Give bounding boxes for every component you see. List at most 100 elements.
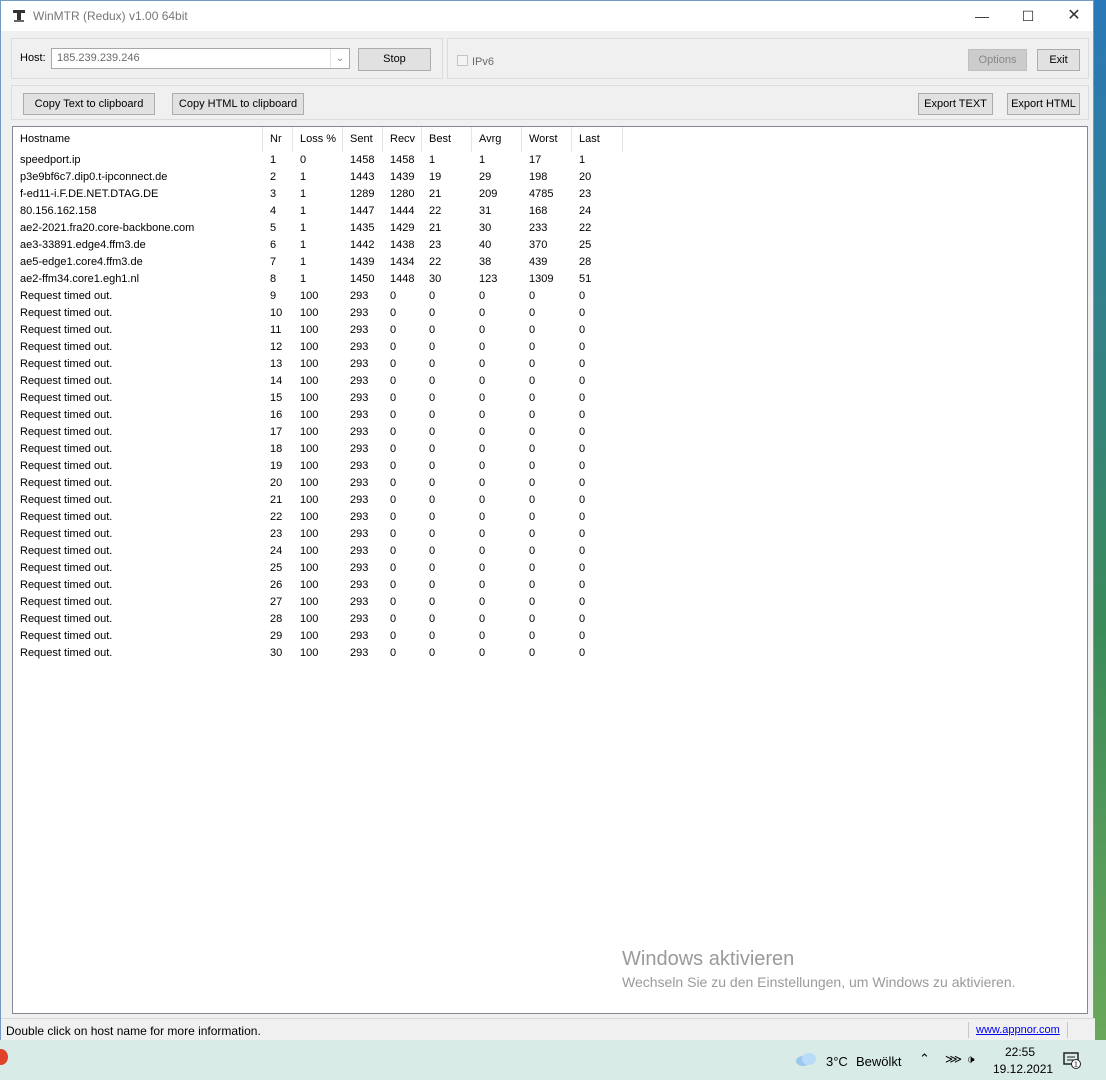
- cell-hostname[interactable]: Request timed out.: [13, 492, 270, 509]
- copy-html-button[interactable]: Copy HTML to clipboard: [172, 93, 304, 115]
- host-combobox[interactable]: 185.239.239.246 ⌄: [51, 48, 350, 69]
- homepage-link[interactable]: www.appnor.com: [976, 1024, 1060, 1036]
- cloud-icon[interactable]: [795, 1051, 817, 1067]
- column-header-worst[interactable]: Worst: [522, 127, 572, 152]
- cell-hostname[interactable]: Request timed out.: [13, 509, 270, 526]
- table-row[interactable]: Request timed out. 25 100 293 0 0 0 0 0: [13, 560, 1087, 577]
- cell-hostname[interactable]: Request timed out.: [13, 560, 270, 577]
- cell-hostname[interactable]: Request timed out.: [13, 475, 270, 492]
- table-row[interactable]: Request timed out. 19 100 293 0 0 0 0 0: [13, 458, 1087, 475]
- cell-hostname[interactable]: Request timed out.: [13, 356, 270, 373]
- cell-hostname[interactable]: ae5-edge1.core4.ffm3.de: [13, 254, 270, 271]
- table-row[interactable]: Request timed out. 24 100 293 0 0 0 0 0: [13, 543, 1087, 560]
- close-icon[interactable]: ✕: [1051, 1, 1097, 31]
- cell-hostname[interactable]: ae2-2021.fra20.core-backbone.com: [13, 220, 270, 237]
- cell-best: 0: [429, 341, 436, 353]
- export-html-button[interactable]: Export HTML: [1007, 93, 1080, 115]
- cell-hostname[interactable]: p3e9bf6c7.dip0.t-ipconnect.de: [13, 169, 270, 186]
- table-row[interactable]: Request timed out. 28 100 293 0 0 0 0 0: [13, 611, 1087, 628]
- maximize-icon[interactable]: ☐: [1005, 1, 1051, 31]
- column-header-sent[interactable]: Sent: [343, 127, 383, 152]
- column-header-avrg[interactable]: Avrg: [472, 127, 522, 152]
- table-row[interactable]: Request timed out. 26 100 293 0 0 0 0 0: [13, 577, 1087, 594]
- options-button[interactable]: Options: [968, 49, 1027, 71]
- chevron-up-icon[interactable]: ⌃: [919, 1051, 930, 1067]
- host-value[interactable]: 185.239.239.246: [57, 52, 140, 64]
- table-row[interactable]: speedport.ip 1 0 1458 1458 1 1 17 1: [13, 152, 1087, 169]
- ipv6-checkbox[interactable]: [457, 55, 468, 66]
- table-row[interactable]: ae5-edge1.core4.ffm3.de 7 1 1439 1434 22 38 439…: [13, 254, 1087, 271]
- cell-hostname[interactable]: Request timed out.: [13, 458, 270, 475]
- stop-button[interactable]: Stop: [358, 48, 431, 71]
- cell-hostname[interactable]: Request timed out.: [13, 645, 270, 662]
- weather-description[interactable]: Bewölkt: [856, 1054, 902, 1069]
- cell-hostname[interactable]: Request timed out.: [13, 628, 270, 645]
- title-bar[interactable]: WinMTR (Redux) v1.00 64bit — ☐ ✕: [1, 1, 1093, 31]
- cell-hostname[interactable]: Request timed out.: [13, 339, 270, 356]
- table-row[interactable]: ae2-2021.fra20.core-backbone.com 5 1 1435 14…: [13, 220, 1087, 237]
- cell-hostname[interactable]: speedport.ip: [13, 152, 270, 169]
- table-row[interactable]: Request timed out. 14 100 293 0 0 0 0 0: [13, 373, 1087, 390]
- table-row[interactable]: Request timed out. 13 100 293 0 0 0 0 0: [13, 356, 1087, 373]
- table-row[interactable]: Request timed out. 20 100 293 0 0 0 0 0: [13, 475, 1087, 492]
- table-row[interactable]: Request timed out. 12 100 293 0 0 0 0 0: [13, 339, 1087, 356]
- volume-icon[interactable]: 🕩: [967, 1052, 975, 1067]
- copy-text-button[interactable]: Copy Text to clipboard: [23, 93, 155, 115]
- table-row[interactable]: f-ed11-i.F.DE.NET.DTAG.DE 3 1 1289 1280 21 209…: [13, 186, 1087, 203]
- cell-worst: 0: [529, 307, 536, 319]
- table-row[interactable]: Request timed out. 30 100 293 0 0 0 0 0: [13, 645, 1087, 662]
- column-header-nr[interactable]: Nr: [263, 127, 293, 152]
- table-row[interactable]: Request timed out. 17 100 293 0 0 0 0 0: [13, 424, 1087, 441]
- table-row[interactable]: Request timed out. 23 100 293 0 0 0 0 0: [13, 526, 1087, 543]
- table-row[interactable]: Request timed out. 27 100 293 0 0 0 0 0: [13, 594, 1087, 611]
- cell-hostname[interactable]: Request timed out.: [13, 594, 270, 611]
- clock-date[interactable]: 19.12.2021: [993, 1062, 1053, 1076]
- cell-hostname[interactable]: Request timed out.: [13, 305, 270, 322]
- cell-loss: 1: [300, 188, 307, 200]
- cell-hostname[interactable]: Request timed out.: [13, 288, 270, 305]
- table-row[interactable]: Request timed out. 9 100 293 0 0 0 0 0: [13, 288, 1087, 305]
- table-row[interactable]: 80.156.162.158 4 1 1447 1444 22 31 168 24: [13, 203, 1087, 220]
- cell-hostname[interactable]: Request timed out.: [13, 424, 270, 441]
- table-row[interactable]: Request timed out. 11 100 293 0 0 0 0 0: [13, 322, 1087, 339]
- table-row[interactable]: p3e9bf6c7.dip0.t-ipconnect.de 2 1 1443 1439 1…: [13, 169, 1087, 186]
- column-header-last[interactable]: Last: [572, 127, 623, 152]
- ipv6-label[interactable]: IPv6: [472, 56, 494, 68]
- weather-temperature[interactable]: 3°C: [826, 1054, 848, 1069]
- chevron-down-icon[interactable]: ⌄: [330, 49, 349, 68]
- cell-hostname[interactable]: ae2-ffm34.core1.egh1.nl: [13, 271, 270, 288]
- table-row[interactable]: ae3-33891.edge4.ffm3.de 6 1 1442 1438 23 40 370…: [13, 237, 1087, 254]
- cell-hostname[interactable]: Request timed out.: [13, 441, 270, 458]
- column-header-loss[interactable]: Loss %: [293, 127, 343, 152]
- cell-hostname[interactable]: 80.156.162.158: [13, 203, 270, 220]
- column-header-hostname[interactable]: Hostname: [13, 127, 263, 152]
- notification-icon[interactable]: 1: [1063, 1051, 1081, 1069]
- cell-hostname[interactable]: Request timed out.: [13, 390, 270, 407]
- cell-hostname[interactable]: Request timed out.: [13, 322, 270, 339]
- table-row[interactable]: Request timed out. 18 100 293 0 0 0 0 0: [13, 441, 1087, 458]
- minimize-icon[interactable]: —: [959, 1, 1005, 31]
- export-text-button[interactable]: Export TEXT: [918, 93, 993, 115]
- table-row[interactable]: Request timed out. 22 100 293 0 0 0 0 0: [13, 509, 1087, 526]
- cell-worst: 0: [529, 426, 536, 438]
- column-header-best[interactable]: Best: [422, 127, 472, 152]
- network-icon[interactable]: ⋙: [945, 1052, 962, 1066]
- table-row[interactable]: Request timed out. 16 100 293 0 0 0 0 0: [13, 407, 1087, 424]
- clock-time[interactable]: 22:55: [1005, 1045, 1035, 1059]
- cell-hostname[interactable]: Request timed out.: [13, 407, 270, 424]
- exit-button[interactable]: Exit: [1037, 49, 1080, 71]
- cell-hostname[interactable]: Request timed out.: [13, 611, 270, 628]
- table-row[interactable]: Request timed out. 21 100 293 0 0 0 0 0: [13, 492, 1087, 509]
- column-header-recv[interactable]: Recv: [383, 127, 422, 152]
- table-row[interactable]: Request timed out. 29 100 293 0 0 0 0 0: [13, 628, 1087, 645]
- cell-hostname[interactable]: f-ed11-i.F.DE.NET.DTAG.DE: [13, 186, 270, 203]
- table-row[interactable]: ae2-ffm34.core1.egh1.nl 8 1 1450 1448 30 123 13…: [13, 271, 1087, 288]
- cell-hostname[interactable]: Request timed out.: [13, 373, 270, 390]
- cell-hostname[interactable]: ae3-33891.edge4.ffm3.de: [13, 237, 270, 254]
- table-row[interactable]: Request timed out. 10 100 293 0 0 0 0 0: [13, 305, 1087, 322]
- trace-results-list[interactable]: Hostname Nr Loss % Sent Recv Best Avrg W…: [12, 126, 1088, 1014]
- cell-hostname[interactable]: Request timed out.: [13, 577, 270, 594]
- table-row[interactable]: Request timed out. 15 100 293 0 0 0 0 0: [13, 390, 1087, 407]
- cell-hostname[interactable]: Request timed out.: [13, 526, 270, 543]
- cell-hostname[interactable]: Request timed out.: [13, 543, 270, 560]
